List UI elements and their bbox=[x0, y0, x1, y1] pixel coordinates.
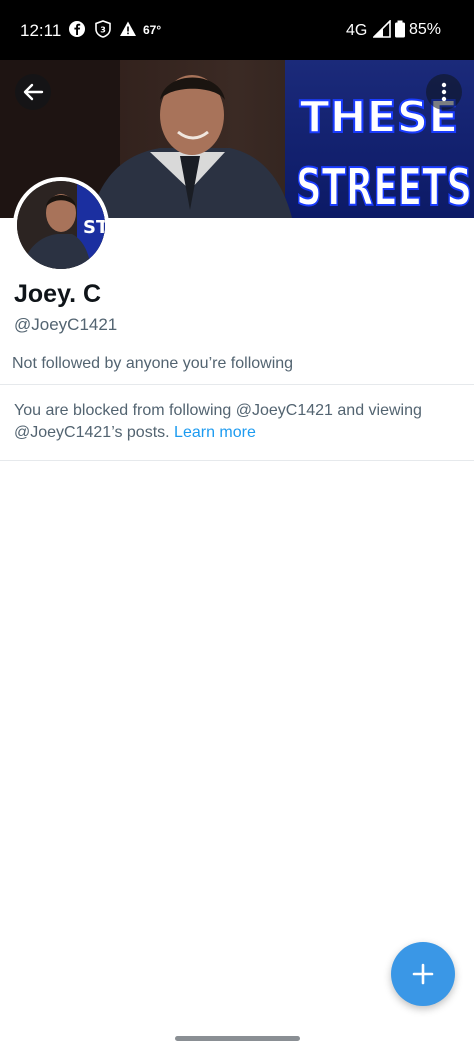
warning-icon bbox=[120, 21, 136, 36]
profile-handle: @JoeyC1421 bbox=[14, 315, 118, 334]
facebook-icon bbox=[69, 21, 85, 37]
back-arrow-icon bbox=[23, 83, 44, 101]
plus-icon bbox=[412, 963, 434, 985]
banner-text-line2: STREETS bbox=[296, 158, 472, 218]
status-bar: 12:11 3 67° 4G 85% bbox=[0, 0, 474, 60]
svg-text:3: 3 bbox=[100, 26, 106, 35]
divider bbox=[0, 460, 474, 461]
more-options-button[interactable] bbox=[426, 74, 462, 110]
status-network: 4G bbox=[346, 22, 368, 39]
status-time: 12:11 bbox=[20, 21, 62, 40]
status-battery: 85% bbox=[409, 21, 442, 38]
status-temperature: 67° bbox=[143, 23, 162, 37]
signal-icon bbox=[373, 20, 391, 38]
learn-more-link[interactable]: Learn more bbox=[174, 424, 256, 441]
divider bbox=[0, 384, 474, 385]
avatar-image: ST bbox=[17, 181, 105, 269]
svg-text:ST: ST bbox=[83, 217, 105, 238]
home-indicator[interactable] bbox=[175, 1036, 300, 1041]
shield-3-icon: 3 bbox=[95, 20, 111, 38]
followed-by-text: Not followed by anyone you’re following bbox=[12, 355, 294, 372]
profile-avatar[interactable]: ST bbox=[13, 177, 109, 273]
blocked-notice: You are blocked from following @JoeyC142… bbox=[14, 400, 454, 444]
battery-icon bbox=[395, 20, 405, 38]
compose-button[interactable] bbox=[391, 942, 455, 1006]
more-vertical-icon bbox=[441, 82, 447, 102]
back-button[interactable] bbox=[15, 74, 51, 110]
profile-name: Joey. C bbox=[14, 280, 102, 308]
